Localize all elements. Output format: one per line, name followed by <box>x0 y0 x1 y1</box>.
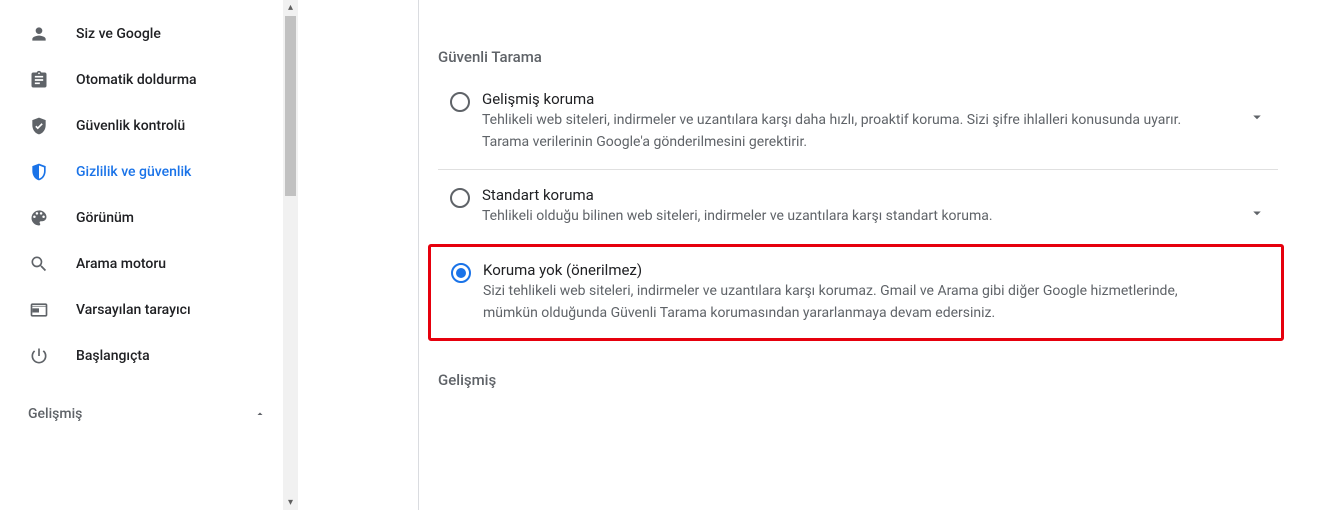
power-icon <box>28 345 50 367</box>
safe-browsing-options: Gelişmiş koruma Tehlikeli web siteleri, … <box>418 74 1278 341</box>
option-no-protection[interactable]: Koruma yok (önerilmez) Sizi tehlikeli we… <box>428 244 1284 341</box>
sidebar-item-you-google[interactable]: Siz ve Google <box>0 14 278 54</box>
sidebar-item-autofill[interactable]: Otomatik doldurma <box>0 60 278 100</box>
chevron-down-icon <box>1248 204 1266 222</box>
option-standard-protection[interactable]: Standart koruma Tehlikeli olduğu bilinen… <box>438 169 1278 244</box>
option-description: Sizi tehlikeli web siteleri, indirmeler … <box>483 281 1231 324</box>
option-description: Tehlikeli olduğu bilinen web siteleri, i… <box>482 206 1202 228</box>
chevron-down-icon <box>1248 108 1266 126</box>
option-title: Standart koruma <box>482 186 1202 204</box>
shield-check-icon <box>28 115 50 137</box>
sidebar-item-label: Gizlilik ve güvenlik <box>76 164 278 180</box>
scrollbar-thumb[interactable] <box>285 16 296 196</box>
search-icon <box>28 253 50 275</box>
person-icon <box>28 23 50 45</box>
browser-icon <box>28 299 50 321</box>
sidebar-item-on-startup[interactable]: Başlangıçta <box>0 336 278 376</box>
sidebar-item-privacy-security[interactable]: Gizlilik ve güvenlik <box>0 152 278 192</box>
sidebar-item-label: Siz ve Google <box>76 26 278 42</box>
safe-browsing-title: Güvenli Tarama <box>418 0 1278 74</box>
sidebar-item-label: Arama motoru <box>76 256 278 272</box>
sidebar-item-search-engine[interactable]: Arama motoru <box>0 244 278 284</box>
scroll-down-icon[interactable]: ▾ <box>283 495 298 510</box>
sidebar-item-label: Görünüm <box>76 210 278 226</box>
option-title: Koruma yok (önerilmez) <box>483 261 1231 279</box>
expand-enhanced[interactable] <box>1242 90 1272 126</box>
clipboard-icon <box>28 69 50 91</box>
sidebar-item-default-browser[interactable]: Varsayılan tarayıcı <box>0 290 278 330</box>
main-area: Güvenli Tarama Gelişmiş koruma Tehlikeli… <box>298 0 1339 510</box>
radio-no-protection[interactable] <box>451 263 471 283</box>
advanced-section-title: Gelişmiş <box>418 341 1278 399</box>
scroll-up-icon[interactable]: ▴ <box>283 0 298 15</box>
sidebar-item-label: Otomatik doldurma <box>76 72 278 88</box>
settings-sidebar: Siz ve Google Otomatik doldurma Güvenlik… <box>0 0 298 510</box>
option-title: Gelişmiş koruma <box>482 90 1202 108</box>
shield-icon <box>28 161 50 183</box>
chevron-up-icon <box>254 408 266 420</box>
option-description: Tehlikeli web siteleri, indirmeler ve uz… <box>482 110 1202 153</box>
expand-standard[interactable] <box>1242 186 1272 222</box>
sidebar-scrollbar[interactable]: ▴ ▾ <box>283 0 298 510</box>
sidebar-item-label: Başlangıçta <box>76 348 278 364</box>
radio-enhanced[interactable] <box>450 92 470 112</box>
radio-standard[interactable] <box>450 188 470 208</box>
panel-divider <box>418 0 419 510</box>
sidebar-item-label: Varsayılan tarayıcı <box>76 302 278 318</box>
option-enhanced-protection[interactable]: Gelişmiş koruma Tehlikeli web siteleri, … <box>438 74 1278 169</box>
sidebar-item-appearance[interactable]: Görünüm <box>0 198 278 238</box>
sidebar-advanced-toggle[interactable]: Gelişmiş <box>0 394 278 434</box>
advanced-label: Gelişmiş <box>28 406 254 422</box>
palette-icon <box>28 207 50 229</box>
sidebar-item-safety-check[interactable]: Güvenlik kontrolü <box>0 106 278 146</box>
sidebar-item-label: Güvenlik kontrolü <box>76 118 278 134</box>
